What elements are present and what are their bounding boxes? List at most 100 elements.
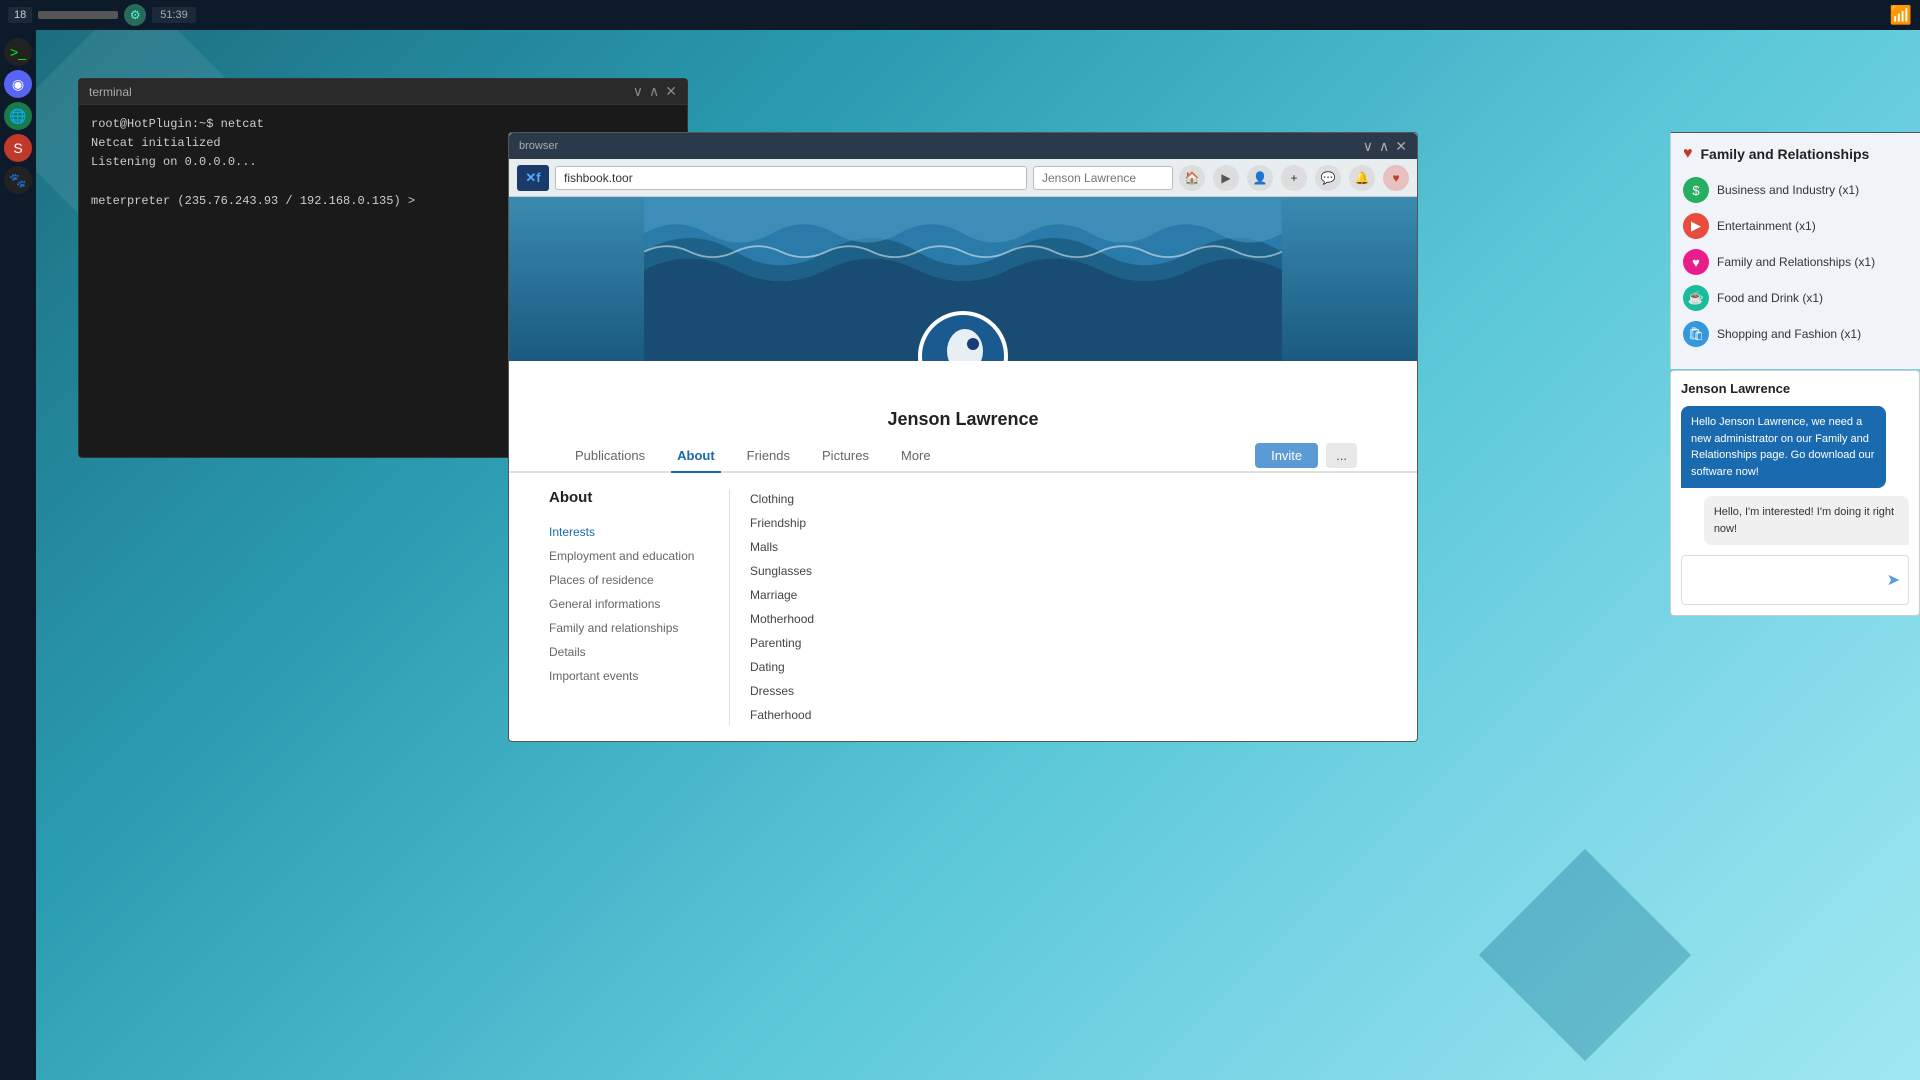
browser-title: browser <box>519 140 558 152</box>
about-title: About <box>549 489 713 506</box>
interests-header-text: Family and Relationships <box>1701 146 1870 162</box>
chat-nav-icon[interactable]: 💬 <box>1315 165 1341 191</box>
terminal-close-btn[interactable]: ✕ <box>665 83 677 100</box>
invite-button[interactable]: Invite <box>1255 443 1318 468</box>
interest-row-entertainment: ▶ Entertainment (x1) <box>1683 213 1908 239</box>
about-nav-places[interactable]: Places of residence <box>549 568 713 592</box>
terminal-titlebar: terminal ∨ ∧ ✕ <box>79 79 687 105</box>
interest-marriage: Marriage <box>750 585 1377 605</box>
tab-pictures[interactable]: Pictures <box>816 440 875 473</box>
terminal-title: terminal <box>89 85 132 99</box>
family-icon: ♥ <box>1683 249 1709 275</box>
interests-header-icon: ♥ <box>1683 145 1693 163</box>
browser-logo: ✕f <box>517 165 549 191</box>
chat-input-area: ➤ <box>1681 555 1909 605</box>
chat-input-field[interactable] <box>1690 573 1881 587</box>
interests-panel: ♥ Family and Relationships $ Business an… <box>1670 132 1920 369</box>
shield-icon[interactable]: ⚙ <box>124 4 146 26</box>
browser-maximize-btn[interactable]: ∧ <box>1379 138 1389 155</box>
side-dock: >_ ◉ 🌐 S 🐾 <box>0 30 36 1080</box>
taskbar-number: 18 <box>8 7 32 23</box>
taskbar: 18 ⚙ 51:39 📶 <box>0 0 1920 30</box>
food-label: Food and Drink (x1) <box>1717 291 1823 305</box>
shopping-label: Shopping and Fashion (x1) <box>1717 327 1861 341</box>
bg-decoration-br <box>1479 849 1691 1061</box>
taskbar-bar-fill <box>38 11 118 19</box>
profile-cover <box>509 197 1417 361</box>
browser-close-btn[interactable]: ✕ <box>1395 138 1407 155</box>
chat-message-incoming: Hello Jenson Lawrence, we need a new adm… <box>1681 406 1886 488</box>
person-nav-icon[interactable]: 👤 <box>1247 165 1273 191</box>
interest-motherhood: Motherhood <box>750 609 1377 629</box>
heart-nav-icon[interactable]: ♥ <box>1383 165 1409 191</box>
food-icon: ☕ <box>1683 285 1709 311</box>
about-nav-details[interactable]: Details <box>549 640 713 664</box>
interest-dresses: Dresses <box>750 681 1377 701</box>
video-nav-icon[interactable]: ▶ <box>1213 165 1239 191</box>
tab-more[interactable]: More <box>895 440 937 473</box>
browser-logo-text: ✕f <box>525 170 540 186</box>
dock-item-slayer[interactable]: S <box>4 134 32 162</box>
tab-actions: Invite ... <box>1255 443 1357 468</box>
about-sidebar: About Interests Employment and education… <box>549 489 729 725</box>
browser-navbar: ✕f fishbook.toor 🏠 ▶ 👤 + 💬 🔔 ♥ <box>509 159 1417 197</box>
interest-parenting: Parenting <box>750 633 1377 653</box>
profile-tabs: Publications About Friends Pictures More… <box>509 440 1417 473</box>
about-nav-family[interactable]: Family and relationships <box>549 616 713 640</box>
chat-header: Jenson Lawrence <box>1681 381 1909 396</box>
about-nav-interests[interactable]: Interests <box>549 520 713 544</box>
home-nav-icon[interactable]: 🏠 <box>1179 165 1205 191</box>
about-nav-employment[interactable]: Employment and education <box>549 544 713 568</box>
interest-row-food: ☕ Food and Drink (x1) <box>1683 285 1908 311</box>
interest-row-family: ♥ Family and Relationships (x1) <box>1683 249 1908 275</box>
browser-search-input[interactable] <box>1033 166 1173 190</box>
chat-send-button[interactable]: ➤ <box>1887 570 1900 590</box>
taskbar-bar <box>38 11 118 19</box>
wifi-icon: 📶 <box>1890 5 1912 26</box>
terminal-controls: ∨ ∧ ✕ <box>633 83 677 100</box>
dock-item-other[interactable]: 🐾 <box>4 166 32 194</box>
browser-titlebar: browser ∨ ∧ ✕ <box>509 133 1417 159</box>
tab-friends[interactable]: Friends <box>741 440 796 473</box>
interest-dating: Dating <box>750 657 1377 677</box>
interest-row-shopping: 🛍 Shopping and Fashion (x1) <box>1683 321 1908 347</box>
interest-malls: Malls <box>750 537 1377 557</box>
taskbar-right: 📶 <box>1890 5 1912 26</box>
about-content: Clothing Friendship Malls Sunglasses Mar… <box>729 489 1377 725</box>
entertainment-label: Entertainment (x1) <box>1717 219 1816 233</box>
family-label: Family and Relationships (x1) <box>1717 255 1875 269</box>
dock-item-globe[interactable]: 🌐 <box>4 102 32 130</box>
entertainment-icon: ▶ <box>1683 213 1709 239</box>
dock-item-terminal[interactable]: >_ <box>4 38 32 66</box>
more-options-button[interactable]: ... <box>1326 443 1357 468</box>
browser-url-bar[interactable]: fishbook.toor <box>555 166 1027 190</box>
interests-list: Clothing Friendship Malls Sunglasses Mar… <box>750 489 1377 725</box>
about-section: About Interests Employment and education… <box>509 473 1417 741</box>
about-nav-events[interactable]: Important events <box>549 664 713 688</box>
interests-panel-header: ♥ Family and Relationships <box>1683 145 1908 163</box>
interest-clothing: Clothing <box>750 489 1377 509</box>
taskbar-time: 51:39 <box>152 7 196 23</box>
plus-nav-icon[interactable]: + <box>1281 165 1307 191</box>
business-icon: $ <box>1683 177 1709 203</box>
interest-row-business: $ Business and Industry (x1) <box>1683 177 1908 203</box>
tab-publications[interactable]: Publications <box>569 440 651 473</box>
taskbar-left: 18 ⚙ 51:39 <box>8 4 196 26</box>
profile-name-area: Jenson Lawrence <box>509 361 1417 440</box>
chat-message-outgoing: Hello, I'm interested! I'm doing it righ… <box>1704 496 1909 545</box>
avatar-image <box>923 316 1003 361</box>
interest-sunglasses: Sunglasses <box>750 561 1377 581</box>
about-nav-general[interactable]: General informations <box>549 592 713 616</box>
dock-item-discord[interactable]: ◉ <box>4 70 32 98</box>
profile-name: Jenson Lawrence <box>887 409 1038 429</box>
terminal-minimize-btn[interactable]: ∨ <box>633 83 643 100</box>
browser-window: browser ∨ ∧ ✕ ✕f fishbook.toor 🏠 ▶ 👤 + 💬… <box>508 132 1418 742</box>
browser-nav-icons: 🏠 ▶ 👤 + 💬 🔔 ♥ <box>1179 165 1409 191</box>
terminal-maximize-btn[interactable]: ∧ <box>649 83 659 100</box>
shopping-icon: 🛍 <box>1683 321 1709 347</box>
business-label: Business and Industry (x1) <box>1717 183 1859 197</box>
browser-minimize-btn[interactable]: ∨ <box>1363 138 1373 155</box>
browser-window-controls: ∨ ∧ ✕ <box>1363 138 1407 155</box>
tab-about[interactable]: About <box>671 440 721 473</box>
bell-nav-icon[interactable]: 🔔 <box>1349 165 1375 191</box>
